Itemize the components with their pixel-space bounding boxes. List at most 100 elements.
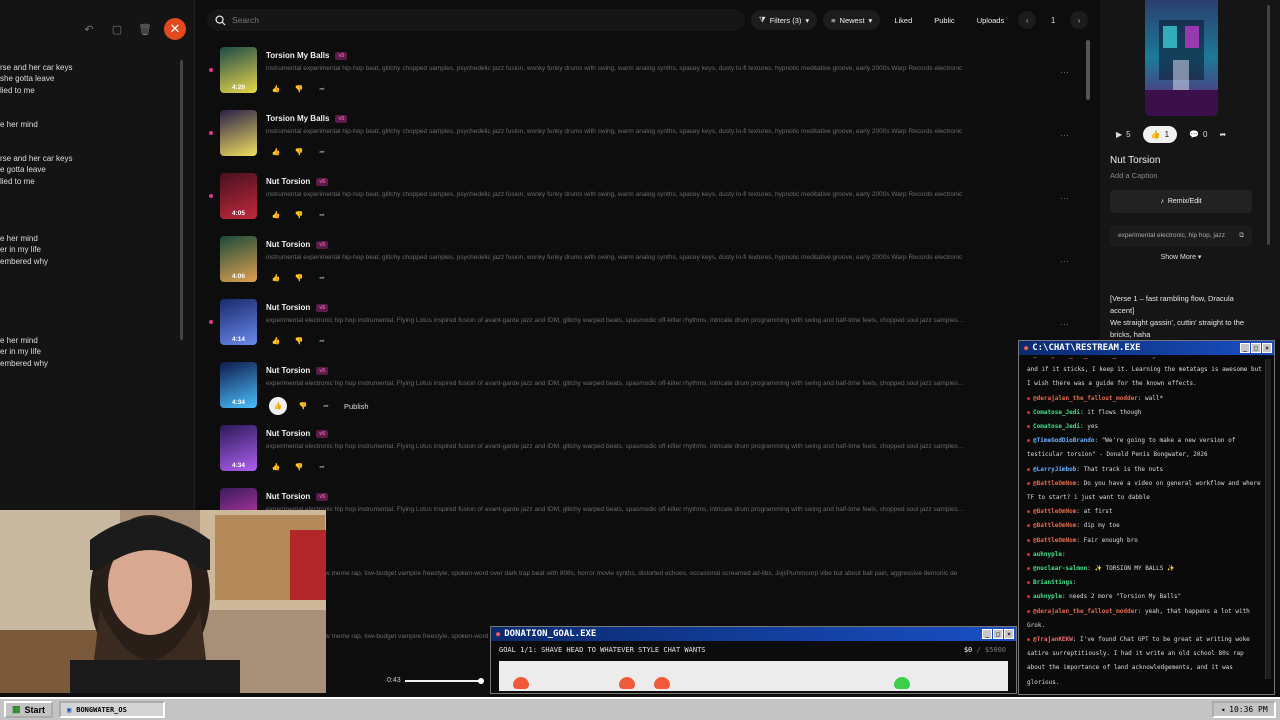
chat-username[interactable]: BrianStings: [1033, 579, 1073, 586]
share-icon[interactable]: ➦: [319, 399, 333, 413]
track-thumbnail[interactable]: 4:34: [220, 425, 257, 471]
track-row[interactable]: 4:20 Torsion My Balls v5 instrumental exper…: [209, 47, 1069, 107]
share-icon[interactable]: ➦: [315, 271, 329, 285]
undo-icon[interactable]: ↶: [80, 20, 98, 38]
minimize-icon[interactable]: _: [1240, 343, 1250, 353]
chat-username[interactable]: @BattleOmNom: [1033, 480, 1076, 487]
share-icon[interactable]: ➦: [315, 208, 329, 222]
track-title[interactable]: Nut Torsion v5: [266, 303, 329, 312]
right-scrollbar[interactable]: [1267, 5, 1270, 245]
thumbs-up-icon[interactable]: 👍: [269, 460, 283, 474]
liked-filter[interactable]: Liked: [886, 10, 920, 30]
track-title[interactable]: Nut Torsion v5: [266, 366, 329, 375]
track-row[interactable]: Nut Torsion v5 experimental electronic hip…: [209, 488, 1069, 548]
track-thumbnail[interactable]: 4:20: [220, 47, 257, 93]
chat-username[interactable]: Comatose_Jedi: [1033, 409, 1080, 416]
maximize-icon[interactable]: □: [993, 629, 1003, 639]
chat-username[interactable]: @derajalen_the_fallout_modder: [1033, 357, 1138, 359]
chat-username[interactable]: auhnyple: [1033, 551, 1062, 558]
track-thumbnail[interactable]: 4:34: [220, 362, 257, 408]
search-box[interactable]: [207, 9, 745, 31]
chat-username[interactable]: @TimeGodDioBrando: [1033, 437, 1094, 444]
close-icon[interactable]: ✕: [164, 18, 186, 40]
track-row[interactable]: 4:06 Nut Torsion v5 instrumental experiment…: [209, 236, 1069, 296]
share-icon[interactable]: ➦: [315, 145, 329, 159]
remix-edit-button[interactable]: ♪ Remix/Edit: [1110, 190, 1252, 213]
copy-icon[interactable]: ▢: [108, 20, 126, 38]
trash-icon[interactable]: 🗑: [136, 20, 154, 38]
share-button[interactable]: ➦: [1219, 130, 1226, 139]
chat-scrollbar[interactable]: [1265, 359, 1271, 679]
chat-username[interactable]: @LarryJimbob: [1033, 466, 1076, 473]
track-thumbnail[interactable]: 4:14: [220, 299, 257, 345]
public-filter[interactable]: Public: [926, 10, 962, 30]
close-icon[interactable]: ×: [1262, 343, 1272, 353]
thumbs-down-icon[interactable]: 👎: [292, 208, 306, 222]
track-row[interactable]: 4:34 Nut Torsion v5 experimental electronic…: [209, 362, 1069, 422]
add-caption-link[interactable]: Add a Caption: [1110, 171, 1158, 180]
track-row[interactable]: 4:05 Nut Torsion v5 instrumental experiment…: [209, 173, 1069, 233]
chat-username[interactable]: @TrajanKEKW: [1033, 636, 1073, 643]
track-row[interactable]: 4:34 Nut Torsion v5 experimental electronic…: [209, 425, 1069, 485]
chat-username[interactable]: @BattleOmNom: [1033, 537, 1076, 544]
more-options-icon[interactable]: ⋯: [1060, 193, 1069, 204]
chat-username[interactable]: Comatose_Jedi: [1033, 423, 1080, 430]
thumbs-down-icon[interactable]: 👎: [292, 334, 306, 348]
track-thumbnail[interactable]: [220, 110, 257, 156]
thumbs-down-icon[interactable]: 👎: [292, 460, 306, 474]
thumbs-up-icon[interactable]: 👍: [269, 82, 283, 96]
track-title[interactable]: Nut Torsion v5: [266, 240, 329, 249]
filters-button[interactable]: ⧩ Filters (3) ▾: [751, 10, 818, 30]
thumbs-up-icon[interactable]: 👍: [269, 271, 283, 285]
chat-username[interactable]: @derajalen_the_fallout_modder: [1033, 395, 1138, 402]
track-title[interactable]: Nut Torsion v5: [266, 429, 329, 438]
track-title[interactable]: Nut Torsion v5: [266, 492, 329, 501]
share-icon[interactable]: ➦: [315, 460, 329, 474]
track-title[interactable]: Nut Torsion v5: [266, 177, 329, 186]
share-icon[interactable]: ➦: [315, 334, 329, 348]
more-options-icon[interactable]: ⋯: [1060, 319, 1069, 330]
show-more-button[interactable]: Show More ▾: [1100, 253, 1262, 261]
donation-title-bar[interactable]: ● DONATION_GOAL.EXE _ □ ×: [491, 627, 1016, 641]
track-title[interactable]: Torsion My Balls v5: [266, 51, 348, 60]
lyrics-scrollbar[interactable]: [180, 60, 183, 340]
start-button[interactable]: ▦ Start: [4, 701, 54, 718]
thumbs-down-icon[interactable]: 👎: [296, 399, 310, 413]
maximize-icon[interactable]: □: [1251, 343, 1261, 353]
thumbs-down-icon[interactable]: 👎: [292, 82, 306, 96]
uploads-filter[interactable]: Uploads: [969, 10, 1013, 30]
more-options-icon[interactable]: ⋯: [1060, 130, 1069, 141]
track-thumbnail[interactable]: 4:06: [220, 236, 257, 282]
thumbs-up-icon[interactable]: 👍: [269, 397, 287, 415]
track-row[interactable]: 4:14 Nut Torsion v5 experimental electronic…: [209, 299, 1069, 359]
track-row[interactable]: Torsion My Balls v5 instrumental experimen…: [209, 110, 1069, 170]
like-button[interactable]: 👍 1: [1142, 126, 1178, 143]
thumbs-down-icon[interactable]: 👎: [292, 145, 306, 159]
thumbs-up-icon[interactable]: 👍: [269, 334, 283, 348]
play-count[interactable]: ▶ 5: [1116, 130, 1131, 139]
track-title[interactable]: Torsion My Balls v5: [266, 114, 348, 123]
thumbs-up-icon[interactable]: 👍: [269, 145, 283, 159]
main-scrollbar[interactable]: [1086, 40, 1090, 100]
thumbs-down-icon[interactable]: 👎: [292, 271, 306, 285]
publish-button[interactable]: Publish: [344, 402, 369, 411]
chat-username[interactable]: @derajalen_the_fallout_modder: [1033, 608, 1138, 615]
more-options-icon[interactable]: ⋯: [1060, 256, 1069, 267]
share-icon[interactable]: ➦: [315, 82, 329, 96]
chat-username[interactable]: @nuclear-salmon: [1033, 565, 1087, 572]
chat-title-bar[interactable]: ● C:\CHAT\RESTREAM.EXE _ □ ×: [1019, 341, 1274, 355]
minimize-icon[interactable]: _: [982, 629, 992, 639]
track-thumbnail[interactable]: 4:05: [220, 173, 257, 219]
comment-button[interactable]: 💬 0: [1189, 130, 1207, 139]
close-icon[interactable]: ×: [1004, 629, 1014, 639]
player-progress-knob[interactable]: [478, 678, 484, 684]
player-progress-bar[interactable]: [405, 680, 483, 682]
more-options-icon[interactable]: ⋯: [1060, 67, 1069, 78]
next-page-button[interactable]: ›: [1070, 11, 1089, 29]
prev-page-button[interactable]: ‹: [1018, 11, 1037, 29]
chat-username[interactable]: auhnyple: [1033, 593, 1062, 600]
copy-icon[interactable]: ⧉: [1239, 232, 1244, 240]
sort-button[interactable]: ≡ Newest ▾: [823, 10, 881, 30]
thumbs-up-icon[interactable]: 👍: [269, 208, 283, 222]
search-input[interactable]: [232, 15, 632, 25]
